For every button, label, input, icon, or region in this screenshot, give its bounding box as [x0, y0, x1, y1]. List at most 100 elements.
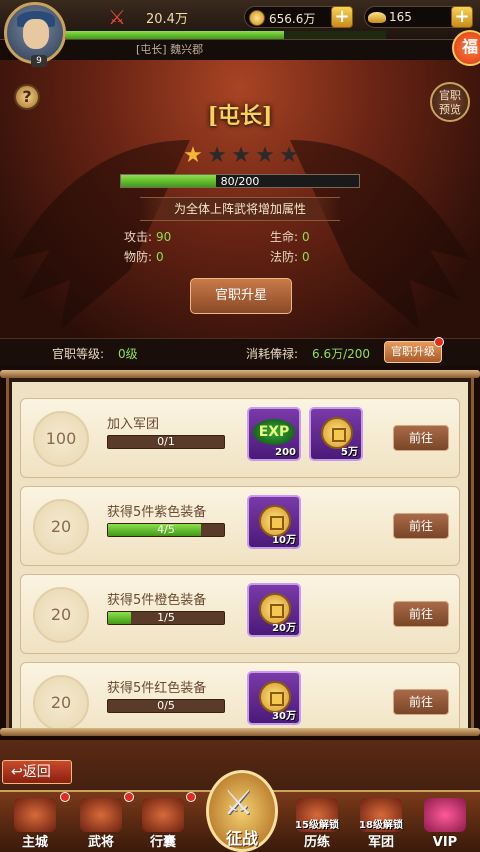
- task-points: 100: [45, 429, 77, 448]
- dock-training[interactable]: 15级解锁 历练: [292, 794, 342, 850]
- dock-legion[interactable]: 18级解锁 军团: [356, 794, 406, 850]
- task-name: 加入军团: [107, 417, 160, 432]
- crossed-swords-icon: ⚔: [223, 783, 254, 823]
- coin-icon: [249, 10, 265, 26]
- dock-campaign[interactable]: ⚔ 征战: [206, 770, 278, 852]
- star-filled-icon: ★: [183, 143, 203, 168]
- task-row: 20 获得5件红色装备 0/5 30万 前往: [20, 662, 460, 728]
- task-name: 获得5件橙色装备: [107, 593, 207, 608]
- notification-dot: [186, 792, 196, 802]
- laurel-wreath-icon: 100: [33, 411, 89, 467]
- task-progress-text: 0/5: [157, 699, 175, 712]
- top-bar: ⚔ 20.4万 656.6万 + 165 +: [0, 0, 480, 40]
- task-name: 获得5件紫色装备: [107, 505, 207, 520]
- reward-amount: 30万: [272, 711, 296, 722]
- reward-exp[interactable]: EXP 200: [247, 407, 301, 461]
- task-name: 获得5件红色装备: [107, 681, 207, 696]
- title-bar: [屯长] 魏兴郡: [60, 40, 480, 60]
- task-progress-bar: 4/5: [107, 523, 225, 537]
- task-progress-text: 1/5: [157, 611, 175, 624]
- task-go-button[interactable]: 前往: [393, 689, 449, 715]
- task-progress-bar: 0/5: [107, 699, 225, 713]
- dock-bag[interactable]: 行囊: [138, 794, 188, 850]
- reward-coin[interactable]: 30万: [247, 671, 301, 725]
- dock-label: 行囊: [149, 835, 176, 850]
- star-empty-icon: ★: [279, 143, 299, 168]
- avatar-face: [23, 19, 49, 49]
- rank-stars: ★ ★ ★ ★ ★: [182, 145, 300, 167]
- crossed-swords-icon: ⚔: [108, 5, 126, 29]
- salary-cost-value: 6.6万/200: [312, 347, 371, 361]
- reward-coin[interactable]: 20万: [247, 583, 301, 637]
- general-icon: [80, 798, 122, 832]
- ingot-resource: 165 +: [364, 6, 473, 28]
- rank-level-upgrade-button[interactable]: 官职升级: [384, 341, 442, 363]
- reward-coin[interactable]: 10万: [247, 495, 301, 549]
- ingot-value: 165: [389, 10, 412, 24]
- task-go-button[interactable]: 前往: [393, 601, 449, 627]
- scroll-rod-bottom: [0, 728, 480, 736]
- back-label: 返回: [22, 764, 51, 780]
- dock-label: 历练: [303, 835, 330, 850]
- task-go-button[interactable]: 前往: [393, 513, 449, 539]
- scroll-rod-top: [0, 370, 480, 378]
- task-list[interactable]: 100 加入军团 0/1 EXP 200 5万 前往 20 获得5件紫色装备 4…: [12, 382, 468, 728]
- task-row: 100 加入军团 0/1 EXP 200 5万 前往: [20, 398, 460, 478]
- dock-label: 武将: [87, 835, 114, 850]
- dock-label: 主城: [21, 835, 48, 850]
- star-empty-icon: ★: [231, 143, 251, 168]
- rank-star-upgrade-button[interactable]: 官职升星: [190, 278, 292, 314]
- stat-hp-value: 0: [302, 230, 310, 244]
- player-exp-fill: [66, 31, 284, 39]
- notification-dot: [124, 792, 134, 802]
- reward-amount: 5万: [341, 447, 358, 458]
- coin-resource: 656.6万 +: [244, 6, 353, 28]
- rank-level-label: 官职等级:: [52, 347, 105, 361]
- unlock-requirement: 18级解锁: [359, 820, 403, 831]
- rank-level-value: 0级: [118, 347, 138, 361]
- power-value: 20.4万: [146, 12, 188, 27]
- reward-amount: 200: [275, 447, 296, 458]
- notification-dot: [60, 792, 70, 802]
- stat-magic-def: 法防: 0: [270, 248, 310, 265]
- dock-generals[interactable]: 武将: [76, 794, 126, 850]
- stat-hp: 生命: 0: [270, 228, 310, 245]
- star-empty-icon: ★: [255, 143, 275, 168]
- task-points: 20: [50, 693, 72, 712]
- back-button[interactable]: ↩返回: [2, 760, 72, 784]
- city-icon: [14, 798, 56, 832]
- laurel-wreath-icon: 20: [33, 499, 89, 555]
- task-row: 20 获得5件紫色装备 4/5 10万 前往: [20, 486, 460, 566]
- add-coins-button[interactable]: +: [331, 6, 353, 28]
- stat-attack-label: 攻击:: [124, 230, 153, 244]
- dock-label: VIP: [432, 835, 458, 850]
- reward-coin[interactable]: 5万: [309, 407, 363, 461]
- coin-value: 656.6万: [269, 12, 316, 26]
- reward-amount: 20万: [272, 623, 296, 634]
- bag-icon: [142, 798, 184, 832]
- rank-progress-text: 80/200: [220, 175, 260, 188]
- player-exp-bar: [66, 31, 386, 39]
- salary-cost-label: 消耗俸禄:: [246, 347, 299, 361]
- task-progress-bar: 0/1: [107, 435, 225, 449]
- rank-title: [屯长]: [207, 103, 273, 129]
- laurel-wreath-icon: 20: [33, 587, 89, 643]
- task-progress-text: 4/5: [157, 523, 175, 536]
- welfare-badge[interactable]: 福: [452, 30, 480, 66]
- attribute-banner: 为全体上阵武将增加属性: [140, 197, 340, 221]
- stat-magic-def-value: 0: [302, 250, 310, 264]
- title-bar-text: [屯长] 魏兴郡: [136, 43, 204, 56]
- notification-dot: [434, 337, 444, 347]
- task-points: 20: [50, 605, 72, 624]
- dock-vip[interactable]: VIP: [420, 794, 470, 850]
- dock-label: 征战: [225, 829, 258, 848]
- laurel-wreath-icon: 20: [33, 675, 89, 728]
- vip-crown-icon: [424, 798, 466, 832]
- back-arrow-icon: ↩: [11, 764, 23, 780]
- add-ingots-button[interactable]: +: [451, 6, 473, 28]
- stat-phys-def-label: 物防:: [124, 250, 153, 264]
- stat-hp-label: 生命:: [270, 230, 299, 244]
- dock-main-city[interactable]: 主城: [10, 794, 60, 850]
- task-go-button[interactable]: 前往: [393, 425, 449, 451]
- player-avatar[interactable]: 9: [4, 2, 66, 67]
